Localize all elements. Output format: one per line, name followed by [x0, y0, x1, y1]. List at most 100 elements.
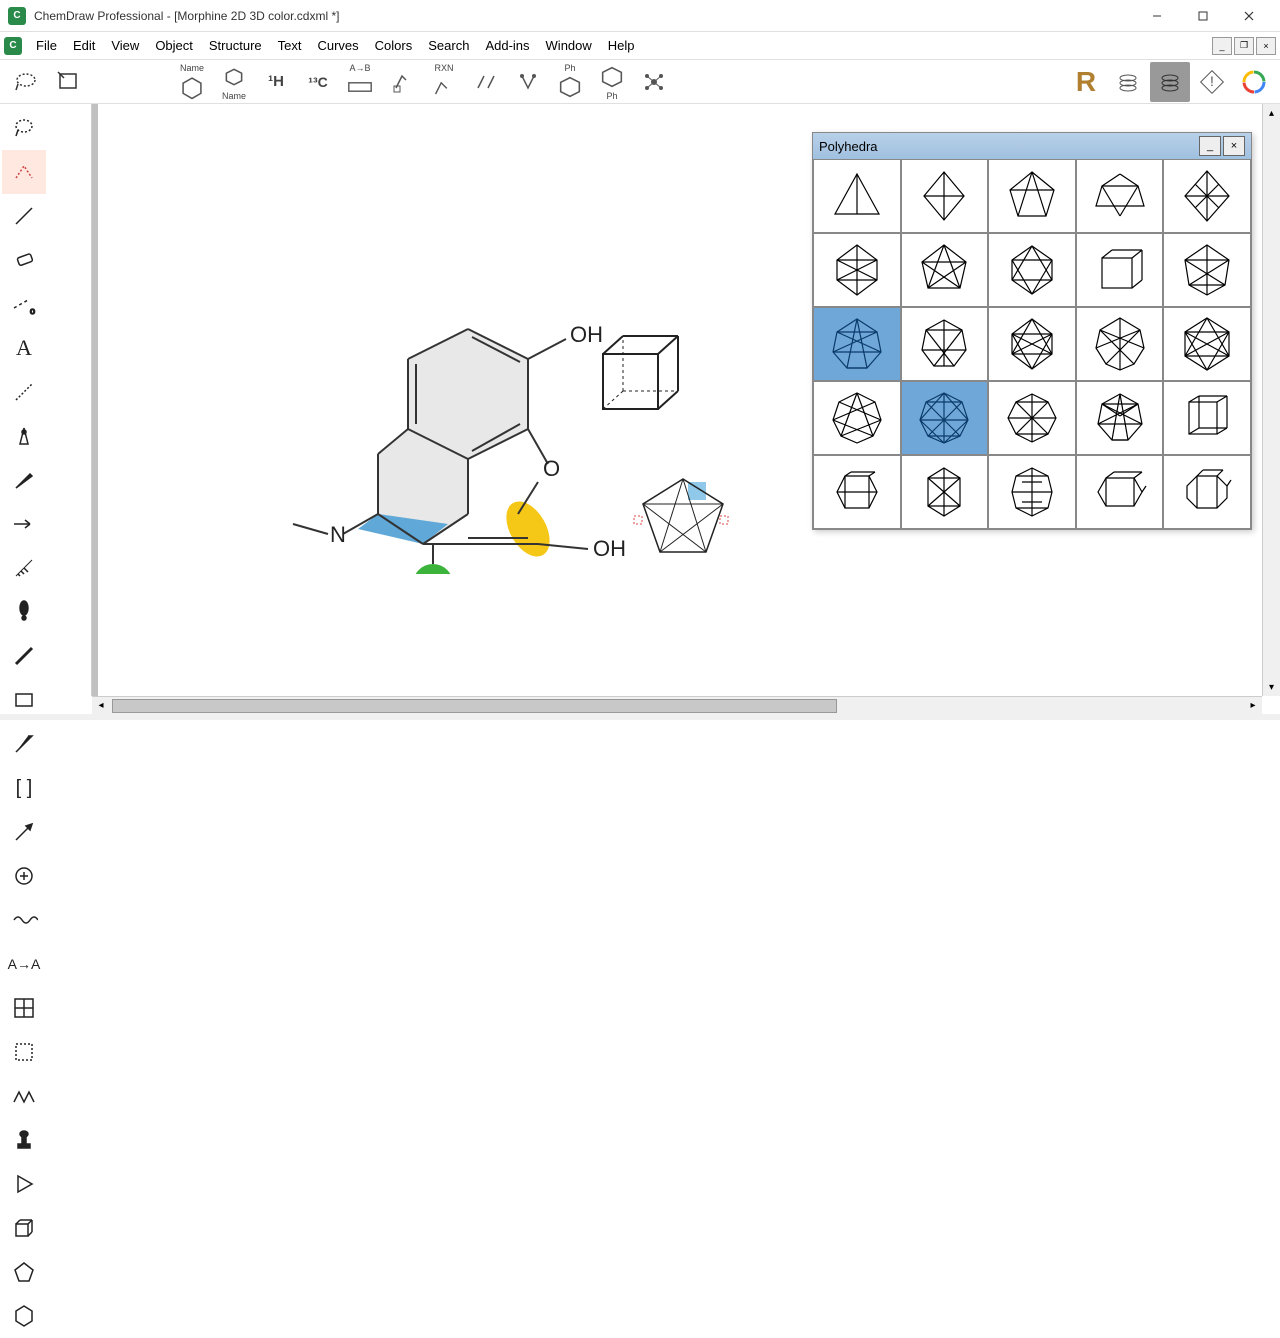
- wavy-bond-tool[interactable]: [2, 898, 46, 942]
- struct-to-name-button[interactable]: Name: [172, 62, 212, 102]
- layers-active-button[interactable]: [1150, 62, 1190, 102]
- arrow-solid-tool[interactable]: [2, 810, 46, 854]
- poly-octahedron[interactable]: [1163, 159, 1251, 233]
- play-tool[interactable]: [2, 1162, 46, 1206]
- horizontal-scrollbar[interactable]: ◂ ▸: [92, 696, 1262, 714]
- atom-map-tool[interactable]: A→A: [2, 942, 46, 986]
- menu-file[interactable]: File: [28, 36, 65, 55]
- expand-label-button[interactable]: [466, 62, 506, 102]
- add-atom-tool[interactable]: [2, 854, 46, 898]
- poly-elongated-square-bipyramid[interactable]: [901, 455, 989, 529]
- clean-reaction-button[interactable]: RXN: [424, 62, 464, 102]
- cube-drawing[interactable]: [588, 324, 688, 424]
- panel-header[interactable]: Polyhedra _ ×: [813, 133, 1251, 159]
- wedge-hash-tool[interactable]: [2, 546, 46, 590]
- poly-triangular-prism-caps[interactable]: [1076, 159, 1164, 233]
- contract-label-button[interactable]: [508, 62, 548, 102]
- menu-curves[interactable]: Curves: [309, 36, 366, 55]
- dashed-bond-tool[interactable]: o: [2, 282, 46, 326]
- menu-object[interactable]: Object: [147, 36, 201, 55]
- maximize-button[interactable]: [1180, 0, 1226, 32]
- nmr-13c-button[interactable]: ¹³C: [298, 62, 338, 102]
- structure-perspective-tool[interactable]: [2, 150, 46, 194]
- layers-button[interactable]: [1108, 62, 1148, 102]
- poly-cuboctahedron[interactable]: [988, 381, 1076, 455]
- scroll-up-button[interactable]: ▴: [1263, 104, 1280, 122]
- clean-structure-button[interactable]: [382, 62, 422, 102]
- poly-snub-disphenoid[interactable]: [988, 307, 1076, 381]
- ph-hex-button[interactable]: Ph: [550, 62, 590, 102]
- placed-polyhedron[interactable]: [628, 474, 738, 564]
- nmr-1h-button[interactable]: ¹H: [256, 62, 296, 102]
- poly-rhombic-dodecahedron[interactable]: [1076, 381, 1164, 455]
- menu-help[interactable]: Help: [600, 36, 643, 55]
- reaction-interpret-button[interactable]: A→B: [340, 62, 380, 102]
- table-tool[interactable]: [2, 986, 46, 1030]
- pen-tool[interactable]: [2, 414, 46, 458]
- reaxys-button[interactable]: R: [1066, 62, 1106, 102]
- scroll-right-button[interactable]: ▸: [1244, 697, 1262, 715]
- orbital-tool[interactable]: [2, 590, 46, 634]
- google-button[interactable]: [1234, 62, 1274, 102]
- poly-heptagonal-prism[interactable]: [1163, 455, 1251, 529]
- hash-bond-tool[interactable]: [2, 370, 46, 414]
- chain-tool[interactable]: [2, 1074, 46, 1118]
- lasso-tool[interactable]: [6, 62, 46, 102]
- poly-pentagonal-prism[interactable]: [813, 455, 901, 529]
- eraser-tool[interactable]: [2, 238, 46, 282]
- poly-edge-coalesced-icosahedron[interactable]: [901, 307, 989, 381]
- poly-bicapped-square-antiprism[interactable]: [813, 307, 901, 381]
- menu-addins[interactable]: Add-ins: [477, 36, 537, 55]
- poly-triangular-bipyramid[interactable]: [988, 159, 1076, 233]
- name-to-struct-button[interactable]: Name: [214, 62, 254, 102]
- warning-button[interactable]: !: [1192, 62, 1232, 102]
- bracket-tool[interactable]: [ ]: [2, 766, 46, 810]
- hexagon-tool[interactable]: [2, 1294, 46, 1338]
- menu-window[interactable]: Window: [538, 36, 600, 55]
- poly-icosahedron[interactable]: [901, 381, 989, 455]
- poly-tetrahedron[interactable]: [813, 159, 901, 233]
- poly-tricapped-trigonal-prism[interactable]: [1163, 233, 1251, 307]
- poly-tridiminished-icosahedron[interactable]: [1163, 307, 1251, 381]
- pentagon-tool[interactable]: [2, 1250, 46, 1294]
- bold-bond-tool[interactable]: [2, 634, 46, 678]
- solid-bond-tool[interactable]: [2, 194, 46, 238]
- morphine-structure[interactable]: OH O OH N H: [218, 234, 638, 574]
- cube-tool[interactable]: [2, 1206, 46, 1250]
- scroll-thumb[interactable]: [112, 699, 837, 713]
- poly-icosahedron-partial[interactable]: [813, 381, 901, 455]
- marquee-tool[interactable]: [48, 62, 88, 102]
- poly-octagonal-prism[interactable]: [1076, 455, 1164, 529]
- menu-view[interactable]: View: [103, 36, 147, 55]
- vertical-scrollbar[interactable]: ▴ ▾: [1262, 104, 1280, 696]
- mdi-close[interactable]: ×: [1256, 37, 1276, 55]
- poly-trigonal-dodecahedron[interactable]: [901, 233, 989, 307]
- mdi-restore[interactable]: ❐: [1234, 37, 1254, 55]
- mdi-minimize[interactable]: _: [1212, 37, 1232, 55]
- stamp-tool[interactable]: [2, 1118, 46, 1162]
- menu-structure[interactable]: Structure: [201, 36, 270, 55]
- poly-square-pyramid[interactable]: [901, 159, 989, 233]
- poly-bicapped-hexagonal-prism[interactable]: [988, 455, 1076, 529]
- half-arrow-tool[interactable]: [2, 722, 46, 766]
- poly-pentagonal-bipyramid[interactable]: [813, 233, 901, 307]
- text-tool[interactable]: A: [2, 326, 46, 370]
- wedge-solid-tool[interactable]: [2, 458, 46, 502]
- menu-colors[interactable]: Colors: [367, 36, 421, 55]
- arrow-tool[interactable]: [2, 502, 46, 546]
- poly-square-antiprism[interactable]: [988, 233, 1076, 307]
- minimize-button[interactable]: [1134, 0, 1180, 32]
- panel-minimize[interactable]: _: [1199, 136, 1221, 156]
- poly-hexagonal-prism[interactable]: [1163, 381, 1251, 455]
- menu-text[interactable]: Text: [270, 36, 310, 55]
- scroll-left-button[interactable]: ◂: [92, 697, 110, 715]
- poly-gyroelongated-square-bipyramid[interactable]: [1076, 307, 1164, 381]
- panel-close[interactable]: ×: [1223, 136, 1245, 156]
- scroll-down-button[interactable]: ▾: [1263, 678, 1280, 696]
- close-button[interactable]: [1226, 0, 1272, 32]
- lasso-select-tool[interactable]: [2, 106, 46, 150]
- dotted-rect-tool[interactable]: [2, 1030, 46, 1074]
- network-button[interactable]: [634, 62, 674, 102]
- poly-cube[interactable]: [1076, 233, 1164, 307]
- menu-edit[interactable]: Edit: [65, 36, 103, 55]
